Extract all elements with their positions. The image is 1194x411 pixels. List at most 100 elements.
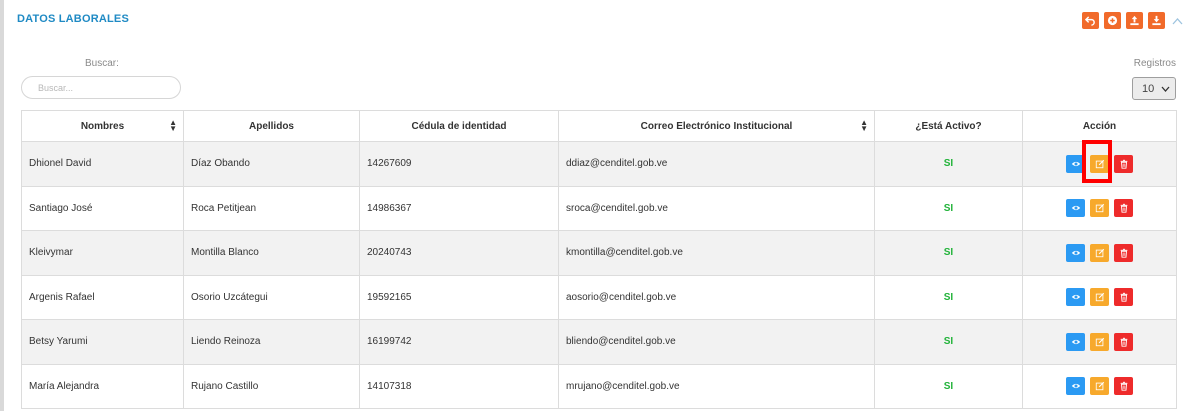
delete-button[interactable] xyxy=(1114,332,1133,351)
edit-button[interactable] xyxy=(1090,154,1109,173)
column-header-label: Cédula de identidad xyxy=(411,120,507,132)
cell-actions xyxy=(1022,185,1177,231)
table-row: Santiago José Roca Petitjean 14986367 sroca… xyxy=(21,185,1177,231)
cell-cedula: 14267609 xyxy=(359,141,559,187)
cell-actions xyxy=(1022,141,1177,187)
row-actions xyxy=(1066,154,1133,173)
view-button[interactable] xyxy=(1066,288,1085,307)
cell-nombres: María Alejandra xyxy=(21,363,184,409)
cell-nombres: Kleivymar xyxy=(21,230,184,276)
cell-correo: kmontilla@cenditel.gob.ve xyxy=(558,230,875,276)
delete-button[interactable] xyxy=(1114,243,1133,262)
cell-cedula: 19592165 xyxy=(359,274,559,320)
search-input[interactable] xyxy=(21,76,181,99)
view-button[interactable] xyxy=(1066,199,1085,218)
row-actions xyxy=(1066,243,1133,262)
edit-button[interactable] xyxy=(1090,377,1109,396)
cell-apellidos: Díaz Obando xyxy=(183,141,360,187)
cell-actions xyxy=(1022,274,1177,320)
sort-icon: ▲ ▼ xyxy=(860,118,868,133)
column-header-cedula: Cédula de identidad xyxy=(359,110,559,142)
table-row: Dhionel David Díaz Obando 14267609 ddiaz@ce… xyxy=(21,141,1177,187)
edit-button[interactable] xyxy=(1090,288,1109,307)
download-icon xyxy=(1152,15,1161,26)
row-actions xyxy=(1066,288,1133,307)
cell-nombres: Betsy Yarumi xyxy=(21,319,184,365)
cell-activo: SI xyxy=(874,230,1023,276)
add-circle-icon xyxy=(1107,15,1118,26)
cell-activo: SI xyxy=(874,319,1023,365)
chevron-up-icon xyxy=(1172,17,1182,24)
undo-button[interactable] xyxy=(1082,12,1099,29)
delete-button[interactable] xyxy=(1114,288,1133,307)
column-header-accion: Acción xyxy=(1022,110,1177,142)
edit-icon xyxy=(1095,382,1104,391)
cell-actions xyxy=(1022,230,1177,276)
row-actions xyxy=(1066,332,1133,351)
edit-button[interactable] xyxy=(1090,332,1109,351)
cell-cedula: 14986367 xyxy=(359,185,559,231)
cell-apellidos: Osorio Uzcátegui xyxy=(183,274,360,320)
cell-apellidos: Rujano Castillo xyxy=(183,363,360,409)
records-label: Registros xyxy=(1133,58,1176,69)
column-header-label: Correo Electrónico Institucional xyxy=(640,120,793,132)
view-button[interactable] xyxy=(1066,243,1085,262)
column-header-label: Apellidos xyxy=(248,120,294,132)
row-actions xyxy=(1066,199,1133,218)
column-header-apellidos: Apellidos xyxy=(183,110,360,142)
cell-cedula: 20240743 xyxy=(359,230,559,276)
add-button[interactable] xyxy=(1104,12,1121,29)
column-header-label: ¿Está Activo? xyxy=(915,120,982,132)
edit-icon xyxy=(1095,293,1104,302)
table-row: Betsy Yarumi Liendo Reinoza 16199742 bliend… xyxy=(21,319,1177,365)
edit-button[interactable] xyxy=(1090,243,1109,262)
column-header-label: Nombres xyxy=(80,120,125,132)
cell-correo: sroca@cenditel.gob.ve xyxy=(558,185,875,231)
collapse-button[interactable] xyxy=(1170,14,1184,28)
trash-icon xyxy=(1120,204,1127,213)
eye-icon xyxy=(1071,250,1080,255)
cell-activo: SI xyxy=(874,363,1023,409)
download-button[interactable] xyxy=(1148,12,1165,29)
edit-icon xyxy=(1095,337,1104,346)
cell-nombres: Dhionel David xyxy=(21,141,184,187)
eye-icon xyxy=(1071,161,1080,166)
cell-actions xyxy=(1022,363,1177,409)
column-header-activo: ¿Está Activo? xyxy=(874,110,1023,142)
section-title: DATOS LABORALES xyxy=(17,13,129,25)
trash-icon xyxy=(1120,159,1127,169)
row-actions xyxy=(1066,377,1133,396)
column-header-correo[interactable]: Correo Electrónico Institucional ▲ ▼ xyxy=(558,110,875,142)
chevron-down-icon xyxy=(1161,86,1170,92)
trash-icon xyxy=(1120,337,1127,347)
cell-correo: mrujano@cenditel.gob.ve xyxy=(558,363,875,409)
view-button[interactable] xyxy=(1066,154,1085,173)
cell-correo: bliendo@cenditel.gob.ve xyxy=(558,319,875,365)
eye-icon xyxy=(1071,295,1080,300)
records-select[interactable]: 10 xyxy=(1132,77,1176,100)
cell-activo: SI xyxy=(874,185,1023,231)
table-row: Argenis Rafael Osorio Uzcátegui 19592165 ao… xyxy=(21,274,1177,320)
delete-button[interactable] xyxy=(1114,154,1133,173)
cell-correo: ddiaz@cenditel.gob.ve xyxy=(558,141,875,187)
cell-nombres: Santiago José xyxy=(21,185,184,231)
data-table: Nombres ▲ ▼ Apellidos Cédula de identidad … xyxy=(21,110,1177,409)
column-header-nombres[interactable]: Nombres ▲ ▼ xyxy=(21,110,184,142)
left-border xyxy=(0,0,4,411)
view-button[interactable] xyxy=(1066,332,1085,351)
cell-apellidos: Montilla Blanco xyxy=(183,230,360,276)
search-label: Buscar: xyxy=(85,58,119,69)
table-header-row: Nombres ▲ ▼ Apellidos Cédula de identidad … xyxy=(21,110,1177,142)
cell-nombres: Argenis Rafael xyxy=(21,274,184,320)
view-button[interactable] xyxy=(1066,377,1085,396)
trash-icon xyxy=(1120,382,1127,391)
eye-icon xyxy=(1071,206,1080,211)
upload-icon xyxy=(1130,15,1139,26)
delete-button[interactable] xyxy=(1114,377,1133,396)
cell-activo: SI xyxy=(874,141,1023,187)
edit-button[interactable] xyxy=(1090,199,1109,218)
edit-icon xyxy=(1095,159,1104,168)
upload-button[interactable] xyxy=(1126,12,1143,29)
delete-button[interactable] xyxy=(1114,199,1133,218)
trash-icon xyxy=(1120,248,1127,258)
